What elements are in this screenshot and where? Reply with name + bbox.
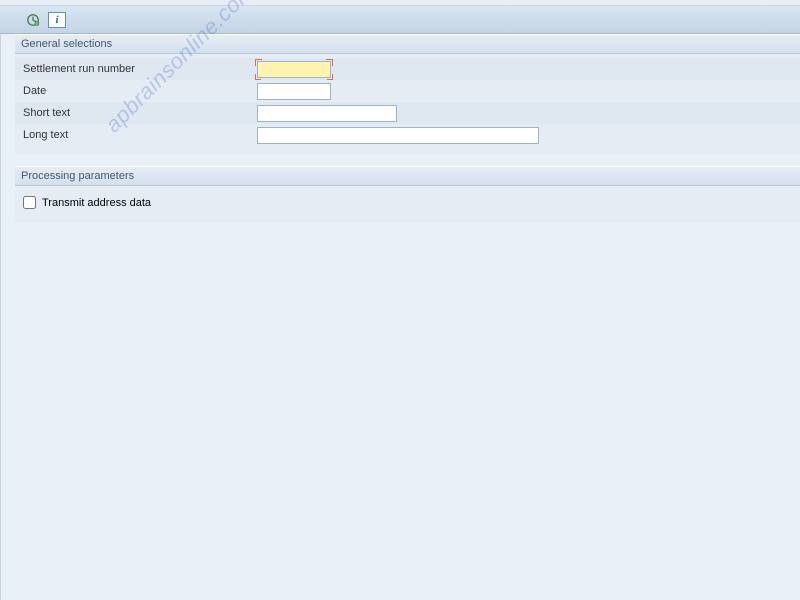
- row-transmit-address: Transmit address data: [15, 190, 800, 215]
- label-settlement-run-number: Settlement run number: [21, 63, 257, 75]
- section-gap: [15, 154, 800, 166]
- application-toolbar: i: [0, 6, 800, 34]
- execute-icon[interactable]: [24, 11, 42, 29]
- row-long-text: Long text: [15, 124, 800, 146]
- transmit-address-checkbox[interactable]: [23, 196, 36, 209]
- required-indicator: [257, 61, 331, 78]
- row-short-text: Short text: [15, 102, 800, 124]
- main-content: General selections Settlement run number…: [0, 34, 800, 600]
- row-settlement-run-number: Settlement run number: [15, 58, 800, 80]
- date-input[interactable]: [257, 83, 331, 100]
- info-icon[interactable]: i: [48, 12, 66, 28]
- general-selections-header: General selections: [15, 34, 800, 54]
- clock-execute-icon: [26, 13, 40, 27]
- label-transmit-address: Transmit address data: [42, 197, 151, 209]
- label-long-text: Long text: [21, 129, 257, 141]
- processing-parameters-header: Processing parameters: [15, 166, 800, 186]
- row-date: Date: [15, 80, 800, 102]
- short-text-input[interactable]: [257, 105, 397, 122]
- label-short-text: Short text: [21, 107, 257, 119]
- label-date: Date: [21, 85, 257, 97]
- processing-parameters-section: Processing parameters Transmit address d…: [15, 166, 800, 223]
- long-text-input[interactable]: [257, 127, 539, 144]
- general-selections-section: General selections Settlement run number…: [15, 34, 800, 154]
- settlement-run-number-input[interactable]: [257, 61, 331, 78]
